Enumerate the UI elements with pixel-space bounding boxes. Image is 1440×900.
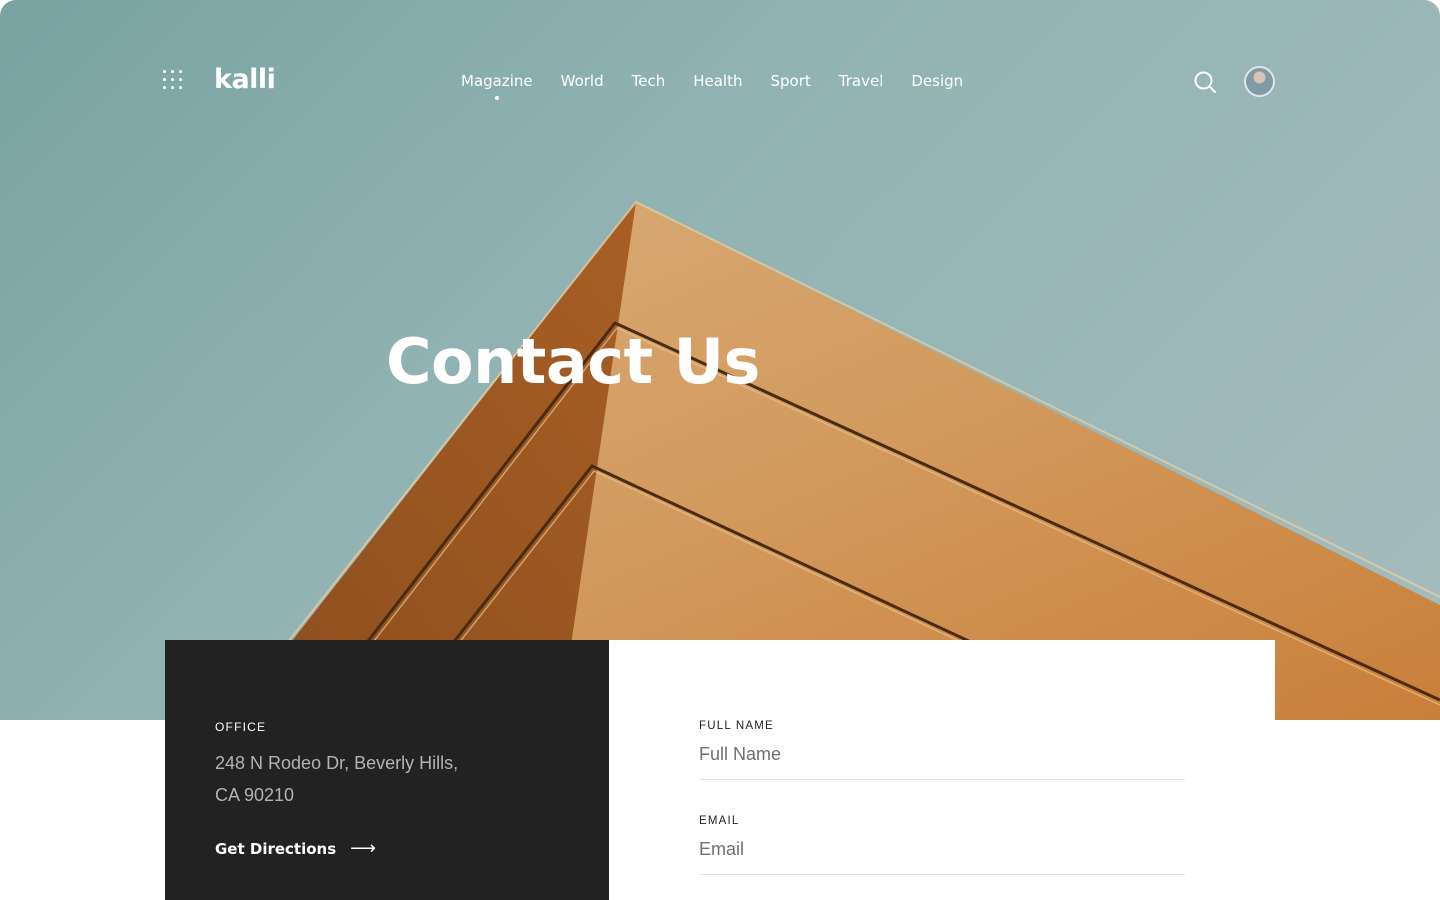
- main-nav: Magazine World Tech Health Sport Travel …: [461, 72, 963, 100]
- nav-item-design[interactable]: Design: [911, 72, 963, 90]
- nav-item-sport[interactable]: Sport: [771, 72, 811, 90]
- search-icon[interactable]: [1192, 69, 1218, 95]
- address-line-1: 248 N Rodeo Dr, Beverly Hills,: [215, 753, 459, 773]
- contact-form: FULL NAME EMAIL: [609, 640, 1275, 900]
- nav-item-magazine[interactable]: Magazine: [461, 72, 533, 100]
- full-name-label: FULL NAME: [699, 720, 774, 732]
- site-logo[interactable]: kalli: [214, 64, 276, 95]
- get-directions-label: Get Directions: [215, 839, 337, 858]
- office-panel: OFFICE 248 N Rodeo Dr, Beverly Hills, CA…: [165, 640, 609, 900]
- grid-menu-icon[interactable]: [163, 70, 187, 94]
- office-label: OFFICE: [215, 720, 267, 734]
- get-directions-link[interactable]: Get Directions ⟶: [215, 838, 376, 859]
- nav-item-travel[interactable]: Travel: [839, 72, 884, 90]
- hero-banner: kalli Magazine World Tech Health Sport T…: [0, 0, 1440, 720]
- full-name-field-group: FULL NAME: [699, 720, 1185, 780]
- nav-item-health[interactable]: Health: [693, 72, 742, 90]
- arrow-right-icon: ⟶: [350, 838, 376, 859]
- email-input[interactable]: [699, 839, 1185, 875]
- contact-page: kalli Magazine World Tech Health Sport T…: [0, 0, 1440, 900]
- office-address: 248 N Rodeo Dr, Beverly Hills, CA 90210: [215, 747, 555, 811]
- email-field-group: EMAIL: [699, 815, 1185, 875]
- email-label: EMAIL: [699, 815, 740, 827]
- avatar[interactable]: [1244, 66, 1275, 97]
- address-line-2: CA 90210: [215, 785, 295, 805]
- page-title: Contact Us: [386, 325, 760, 398]
- nav-item-world[interactable]: World: [561, 72, 604, 90]
- nav-item-tech[interactable]: Tech: [632, 72, 666, 90]
- full-name-input[interactable]: [699, 744, 1185, 780]
- site-header: kalli Magazine World Tech Health Sport T…: [0, 0, 1440, 164]
